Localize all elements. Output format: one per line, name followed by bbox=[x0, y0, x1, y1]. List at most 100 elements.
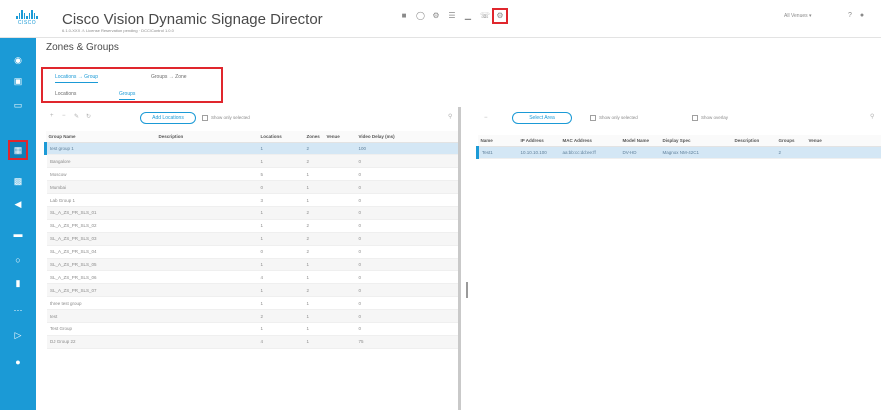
table-row[interactable]: SL_A_ZS_PR_SLS_06 4 1 0 bbox=[45, 270, 460, 285]
table-cell bbox=[323, 270, 356, 285]
table-cell: SL_A_ZS_PR_SLS_05 bbox=[45, 258, 156, 272]
monitor-icon[interactable]: ◯ bbox=[416, 12, 425, 20]
table-cell: 1 bbox=[303, 309, 324, 323]
search-icon[interactable]: ⚲ bbox=[870, 113, 874, 120]
export-icon[interactable]: ▷ bbox=[12, 329, 24, 341]
table-cell bbox=[323, 180, 356, 195]
table-cell bbox=[323, 322, 356, 336]
table-cell: 0 bbox=[355, 245, 460, 259]
column-header-venue[interactable]: Venue bbox=[323, 131, 356, 143]
panel-divider bbox=[458, 107, 461, 410]
chart-icon[interactable]: ▁ bbox=[464, 12, 472, 20]
folder-icon[interactable]: ■ bbox=[400, 12, 408, 20]
table-cell: three test group bbox=[45, 296, 156, 311]
help-icon[interactable]: ? bbox=[848, 12, 852, 19]
location-icon[interactable]: ◉ bbox=[12, 54, 24, 66]
splitter-handle[interactable] bbox=[466, 282, 468, 298]
table-cell: SL_A_ZS_PR_SLS_02 bbox=[45, 219, 156, 233]
table-cell bbox=[155, 232, 258, 246]
table-row[interactable]: Test1 10.10.10.100 aa:bb:cc:dd:ee:ff DV-HD M… bbox=[476, 146, 881, 160]
table-cell: 0 bbox=[355, 193, 460, 207]
column-header-zones[interactable]: Zones bbox=[303, 131, 324, 143]
table-cell bbox=[323, 206, 356, 220]
groups-table: Group Name Description Locations Zones V… bbox=[44, 131, 460, 349]
search-icon[interactable]: ⚲ bbox=[448, 113, 452, 120]
table-row[interactable]: three test group 1 1 0 bbox=[45, 296, 460, 311]
column-header-groups[interactable]: Groups bbox=[775, 135, 806, 147]
monitor-icon[interactable]: ▭ bbox=[12, 99, 24, 111]
circle-icon[interactable]: ○ bbox=[12, 254, 24, 266]
table-row[interactable]: SL_A_ZS_PR_SLS_07 1 2 0 bbox=[45, 283, 460, 298]
table-row[interactable]: SL_A_ZS_PR_SLS_02 1 2 0 bbox=[45, 219, 460, 233]
phone-icon[interactable]: ▮ bbox=[12, 277, 24, 289]
tab-locations[interactable]: Locations bbox=[55, 91, 76, 97]
table-row[interactable]: SL_A_ZS_PR_SLS_05 1 1 0 bbox=[45, 258, 460, 272]
card-icon[interactable]: ▬ bbox=[12, 228, 24, 240]
column-header-ip-address[interactable]: IP Address bbox=[517, 135, 560, 147]
table-row[interactable]: SL_A_ZS_PR_SLS_01 1 2 0 bbox=[45, 206, 460, 220]
table-cell: 2 bbox=[303, 154, 324, 169]
column-header-model-name[interactable]: Model Name bbox=[619, 135, 660, 147]
dots-icon[interactable]: ⋯ bbox=[12, 304, 24, 316]
table-row[interactable]: Bangalore 1 2 0 bbox=[45, 154, 460, 169]
table-row[interactable]: SL_A_ZS_PR_SLS_04 0 2 0 bbox=[45, 245, 460, 259]
phone-icon[interactable]: ☏ bbox=[480, 12, 490, 20]
groups-panel: + − ✎ ↻ Add Locations Show only selected… bbox=[44, 107, 460, 410]
column-header-venue[interactable]: Venue bbox=[805, 135, 881, 147]
column-header-mac-address[interactable]: MAC Address bbox=[559, 135, 620, 147]
edit-icon[interactable]: ✎ bbox=[74, 113, 79, 120]
table-cell bbox=[155, 193, 258, 207]
table-row[interactable]: DJ Group 22 4 1 75 bbox=[45, 335, 460, 349]
column-header-video-delay[interactable]: Video Delay (ms) bbox=[355, 131, 460, 143]
add-locations-button[interactable]: Add Locations bbox=[140, 112, 196, 124]
display-icon[interactable]: ▣ bbox=[12, 75, 24, 87]
table-row[interactable]: Mumbai 0 1 0 bbox=[45, 180, 460, 195]
column-header-name[interactable]: Name bbox=[477, 135, 518, 147]
circle-filled-icon[interactable]: ● bbox=[12, 356, 24, 368]
add-icon[interactable]: + bbox=[50, 113, 54, 119]
table-row[interactable]: Test Group 1 1 0 bbox=[45, 322, 460, 336]
remove-icon[interactable]: − bbox=[62, 113, 66, 119]
venue-selector[interactable]: All Venues ▾ bbox=[784, 13, 812, 19]
column-header-locations[interactable]: Locations bbox=[257, 131, 304, 143]
table-row[interactable]: test group 1 1 2 100 bbox=[44, 142, 460, 156]
table-cell: 1 bbox=[257, 258, 304, 272]
show-only-selected-label: Show only selected bbox=[599, 115, 638, 120]
select-area-button[interactable]: Select Area bbox=[512, 112, 572, 124]
table-row[interactable]: Moscow 5 1 0 bbox=[45, 167, 460, 182]
column-header-description[interactable]: Description bbox=[731, 135, 776, 147]
tab-locations-to-group[interactable]: Locations → Group bbox=[55, 74, 99, 83]
device-icon[interactable]: ▦ bbox=[8, 140, 28, 160]
table-cell: 1 bbox=[303, 270, 324, 285]
table-row[interactable]: Lab Group 1 31 0 bbox=[45, 193, 460, 207]
table-cell: 0 bbox=[355, 296, 460, 311]
show-only-selected-checkbox[interactable] bbox=[590, 115, 596, 121]
table-row[interactable]: test 2 1 0 bbox=[45, 309, 460, 323]
refresh-icon[interactable]: ↻ bbox=[86, 113, 91, 120]
user-icon[interactable]: ● bbox=[860, 12, 864, 19]
table-cell bbox=[323, 309, 356, 323]
settings-gear-icon[interactable]: ⚙ bbox=[492, 8, 508, 24]
table-cell: 1 bbox=[303, 258, 324, 272]
column-header-display-spec[interactable]: Display Spec bbox=[659, 135, 732, 147]
groups-table-header: Group Name Description Locations Zones V… bbox=[45, 131, 460, 143]
tab-groups-to-zone[interactable]: Groups → Zone bbox=[151, 74, 187, 80]
calendar-icon[interactable]: ▩ bbox=[12, 175, 24, 187]
column-header-group-name[interactable]: Group Name bbox=[45, 131, 156, 143]
gear-icon[interactable]: ⚙ bbox=[432, 12, 440, 20]
table-cell: 1 bbox=[257, 322, 304, 336]
table-cell: 0 bbox=[355, 232, 460, 246]
table-row[interactable]: SL_A_ZS_PR_SLS_03 1 2 0 bbox=[45, 232, 460, 246]
table-cell: Test Group bbox=[45, 322, 156, 336]
list-icon[interactable]: ☰ bbox=[448, 12, 456, 20]
speaker-icon[interactable]: ◀ bbox=[12, 198, 24, 210]
table-cell: 2 bbox=[303, 219, 324, 233]
remove-icon[interactable]: − bbox=[484, 115, 488, 121]
column-header-description[interactable]: Description bbox=[155, 131, 258, 143]
table-cell bbox=[731, 146, 776, 160]
table-cell: 1 bbox=[257, 142, 304, 156]
tab-groups[interactable]: Groups bbox=[119, 91, 136, 100]
show-only-selected-checkbox[interactable] bbox=[202, 115, 208, 121]
devices-table-header: Name IP Address MAC Address Model Name D… bbox=[477, 135, 881, 147]
show-overlay-checkbox[interactable] bbox=[692, 115, 698, 121]
